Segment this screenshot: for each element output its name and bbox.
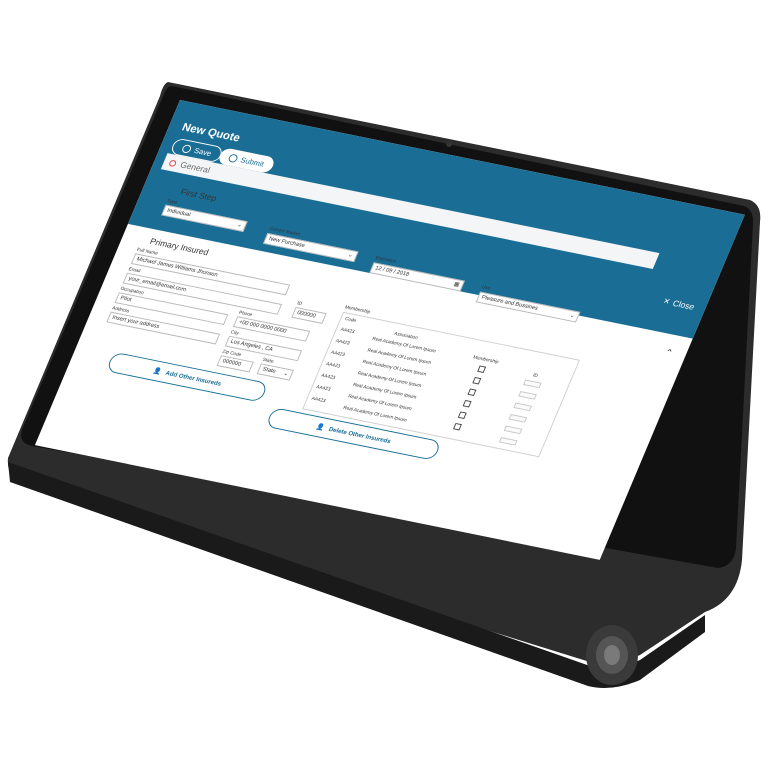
chevron-up-icon[interactable]: ⌃: [663, 348, 675, 359]
address-value: Insert your address: [111, 315, 161, 330]
id-cell-input[interactable]: [498, 437, 518, 446]
column-header-code: Code: [343, 316, 358, 324]
close-label: Close: [671, 298, 696, 312]
membership-checkbox[interactable]: [477, 365, 487, 373]
membership-checkbox[interactable]: [467, 388, 477, 396]
table-row-code: AA423: [315, 384, 332, 393]
id-cell-input[interactable]: [518, 391, 537, 400]
delete-other-insureds-label: Delete Other Insureds: [327, 425, 392, 445]
close-icon: ×: [661, 295, 672, 308]
membership-checkbox[interactable]: [457, 411, 467, 419]
save-icon: [181, 143, 193, 154]
state-select[interactable]: State ⌄: [256, 363, 294, 381]
id-value: 000000: [295, 310, 317, 320]
general-label: General: [178, 160, 212, 175]
chevron-down-icon: ⌄: [282, 370, 290, 378]
id-cell-input[interactable]: [513, 402, 532, 412]
column-header-association: Association: [393, 331, 419, 342]
column-header-id: ID: [531, 372, 539, 379]
primary-insured-heading: Primary Insured: [148, 236, 211, 258]
remove-person-icon: 👤: [315, 423, 326, 432]
phone-value: +00 000 0000 0000: [237, 319, 288, 335]
product-photo: New Quote Save Submit × Close General ⌃ …: [0, 0, 768, 768]
submit-icon: [227, 153, 240, 163]
chevron-down-icon: ⌄: [236, 222, 243, 229]
submit-label: Submit: [239, 155, 266, 169]
table-row-code: AA423: [329, 349, 346, 358]
chevron-down-icon: ⌄: [346, 252, 354, 259]
table-row-code: AA423: [310, 395, 327, 404]
table-row-code: AA423: [324, 361, 341, 370]
table-row-code: AA423: [334, 338, 351, 347]
save-label: Save: [192, 146, 213, 158]
full-name-value: Michael James Williams Jhonson: [135, 256, 219, 279]
zip-value: 000000: [221, 358, 242, 368]
id-input[interactable]: 000000: [291, 306, 327, 324]
id-label: ID: [296, 300, 303, 307]
table-row-code: AA423: [320, 372, 337, 381]
type-value: Individual: [165, 208, 192, 219]
column-header-membership: Membership: [472, 354, 500, 366]
tablet-device: New Quote Save Submit × Close General ⌃ …: [0, 0, 768, 768]
status-indicator-icon: [168, 159, 178, 167]
calendar-icon[interactable]: ▦: [453, 281, 461, 288]
add-other-insureds-label: Add Other Insureds: [164, 369, 223, 388]
membership-checkbox[interactable]: [472, 376, 482, 385]
id-cell-input[interactable]: [523, 379, 542, 389]
zip-input[interactable]: 000000: [216, 355, 254, 373]
membership-checkbox[interactable]: [452, 422, 462, 431]
add-person-icon: 👤: [151, 367, 163, 376]
chevron-down-icon: ⌄: [568, 312, 576, 320]
id-cell-input[interactable]: [508, 414, 528, 423]
table-row-code: AA423: [339, 326, 356, 335]
id-cell-input[interactable]: [503, 425, 523, 435]
state-value: State: [261, 366, 277, 375]
occupation-value: Pilot: [119, 295, 133, 304]
membership-checkbox[interactable]: [462, 399, 472, 408]
close-button[interactable]: × Close: [661, 295, 696, 312]
